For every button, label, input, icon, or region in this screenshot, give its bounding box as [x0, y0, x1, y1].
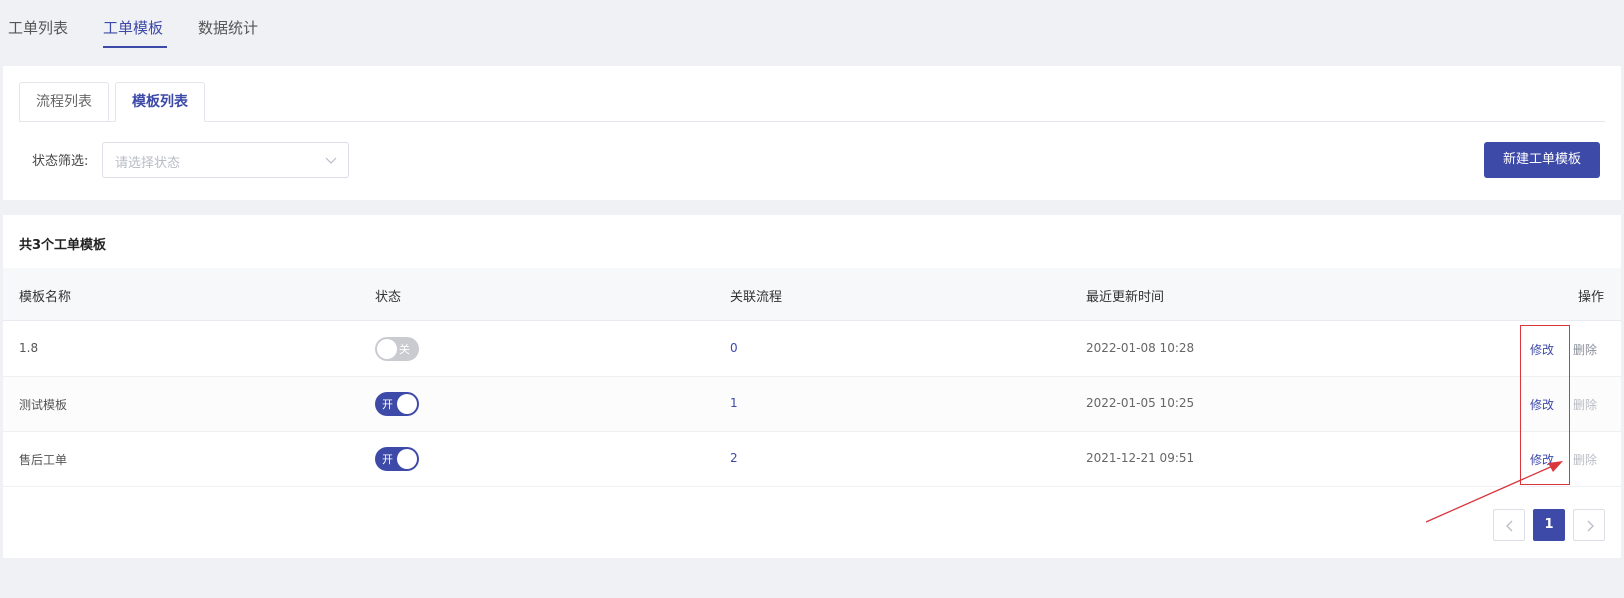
- toggle-knob: [377, 339, 397, 359]
- template-table-panel: 共3个工单模板 模板名称 状态 关联流程 最近更新时间 操作 1.8 关 0 2…: [3, 215, 1621, 558]
- page-number-current[interactable]: 1: [1533, 509, 1565, 541]
- table-row: 售后工单 开 2 2021-12-21 09:51 修改 删除: [3, 432, 1621, 487]
- linked-flow-count[interactable]: 0: [730, 341, 738, 355]
- toggle-label: 开: [382, 398, 393, 411]
- delete-link[interactable]: 删除: [1573, 341, 1597, 358]
- tab-ticket-list[interactable]: 工单列表: [8, 17, 68, 38]
- delete-link[interactable]: 删除: [1573, 451, 1597, 468]
- toggle-label: 开: [382, 453, 393, 466]
- header-template-name: 模板名称: [19, 290, 72, 305]
- template-name: 测试模板: [19, 398, 68, 412]
- linked-flow-count[interactable]: 2: [730, 451, 738, 465]
- edit-link[interactable]: 修改: [1530, 341, 1554, 358]
- edit-link[interactable]: 修改: [1530, 396, 1554, 413]
- sub-tab-divider: [19, 121, 1605, 122]
- header-linked-flow: 关联流程: [730, 290, 783, 305]
- header-updated-time: 最近更新时间: [1086, 290, 1165, 305]
- table-row: 测试模板 开 1 2022-01-05 10:25 修改 删除: [3, 377, 1621, 432]
- table-header: 模板名称 状态 关联流程 最近更新时间 操作: [3, 268, 1621, 321]
- updated-time: 2022-01-05 10:25: [1086, 396, 1195, 410]
- header-actions: 操作: [1578, 290, 1605, 305]
- subtab-flow-list[interactable]: 流程列表: [19, 82, 109, 122]
- tab-data-statistics[interactable]: 数据统计: [198, 17, 258, 38]
- template-name: 1.8: [19, 341, 39, 355]
- subtab-template-list[interactable]: 模板列表: [115, 82, 205, 122]
- toggle-knob: [397, 394, 417, 414]
- linked-flow-count[interactable]: 1: [730, 396, 738, 410]
- status-filter-placeholder: 请选择状态: [115, 156, 181, 171]
- status-filter-select[interactable]: 请选择状态: [102, 142, 349, 178]
- template-name: 售后工单: [19, 453, 68, 467]
- toggle-knob: [397, 449, 417, 469]
- next-page-button[interactable]: [1573, 509, 1605, 541]
- top-tab-bar: 工单列表 工单模板 数据统计: [0, 0, 1624, 56]
- active-tab-underline: [103, 46, 167, 48]
- edit-link[interactable]: 修改: [1530, 451, 1554, 468]
- header-status: 状态: [375, 290, 402, 305]
- chevron-right-icon: [1587, 520, 1594, 532]
- chevron-left-icon: [1506, 520, 1513, 532]
- updated-time: 2021-12-21 09:51: [1086, 451, 1195, 465]
- tab-ticket-templates[interactable]: 工单模板: [103, 17, 163, 38]
- status-toggle[interactable]: 开: [375, 392, 419, 416]
- filter-panel: 流程列表 模板列表 状态筛选: 请选择状态 新建工单模板: [3, 66, 1621, 200]
- new-template-button[interactable]: 新建工单模板: [1484, 142, 1600, 178]
- status-filter-label: 状态筛选:: [32, 154, 89, 169]
- status-toggle[interactable]: 关: [375, 337, 419, 361]
- status-toggle[interactable]: 开: [375, 447, 419, 471]
- template-count-title: 共3个工单模板: [19, 238, 107, 253]
- delete-link[interactable]: 删除: [1573, 396, 1597, 413]
- chevron-down-icon: [325, 157, 337, 164]
- toggle-label: 关: [399, 343, 410, 356]
- table-row: 1.8 关 0 2022-01-08 10:28 修改 删除: [3, 322, 1621, 377]
- prev-page-button[interactable]: [1493, 509, 1525, 541]
- updated-time: 2022-01-08 10:28: [1086, 341, 1195, 355]
